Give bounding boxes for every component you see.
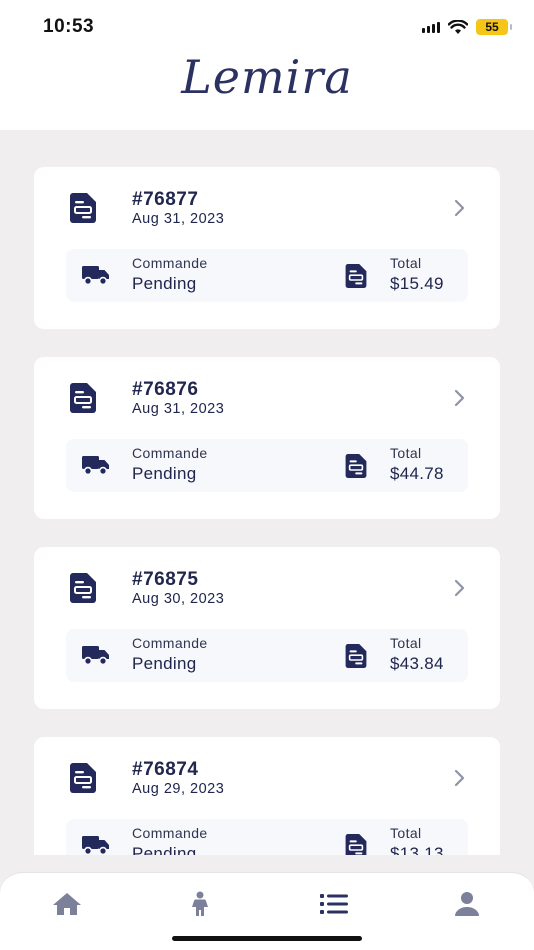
home-icon <box>53 893 81 915</box>
chevron-right-icon[interactable] <box>454 199 466 217</box>
chevron-right-icon[interactable] <box>454 389 466 407</box>
battery-icon: 55 <box>476 19 512 35</box>
order-number: #76874 <box>132 759 199 780</box>
invoice-icon <box>345 644 367 668</box>
status-time: 10:53 <box>43 16 95 37</box>
order-details: Commande Pending Total $43.84 <box>66 629 468 682</box>
status-value: Pending <box>132 464 197 483</box>
status-label: Commande <box>132 825 208 841</box>
status-value: Pending <box>132 844 197 855</box>
invoice-icon <box>345 834 367 855</box>
signal-icon <box>422 21 440 33</box>
brand-logo: Lemira <box>181 50 353 104</box>
status-label: Commande <box>132 255 208 271</box>
document-icon <box>70 763 96 793</box>
order-details: Commande Pending Total $15.49 <box>66 249 468 302</box>
chevron-right-icon[interactable] <box>454 769 466 787</box>
status-label: Commande <box>132 445 208 461</box>
home-indicator <box>172 936 362 941</box>
nav-account[interactable] <box>450 891 484 917</box>
total-label: Total <box>390 445 422 461</box>
order-number: #76875 <box>132 569 199 590</box>
total-value: $44.78 <box>390 464 444 483</box>
document-icon <box>70 193 96 223</box>
truck-icon <box>82 836 109 855</box>
order-number: #76877 <box>132 189 199 210</box>
invoice-icon <box>345 454 367 478</box>
nav-home[interactable] <box>50 891 84 917</box>
document-icon <box>70 383 96 413</box>
total-value: $13.13 <box>390 844 444 855</box>
total-value: $15.49 <box>390 274 444 293</box>
order-date: Aug 31, 2023 <box>132 401 225 417</box>
truck-icon <box>82 646 109 665</box>
nav-orders[interactable] <box>317 891 351 917</box>
order-card[interactable]: #76876 Aug 31, 2023 Commande Pending Tot… <box>34 357 500 519</box>
order-card[interactable]: #76875 Aug 30, 2023 Commande Pending Tot… <box>34 547 500 709</box>
nav-person[interactable] <box>183 891 217 917</box>
order-details: Commande Pending Total $13.13 <box>66 819 468 855</box>
status-value: Pending <box>132 274 197 293</box>
status-value: Pending <box>132 654 197 673</box>
total-label: Total <box>390 635 422 651</box>
truck-icon <box>82 266 109 285</box>
status-label: Commande <box>132 635 208 651</box>
order-details: Commande Pending Total $44.78 <box>66 439 468 492</box>
account-icon <box>455 892 479 916</box>
order-date: Aug 30, 2023 <box>132 591 225 607</box>
total-label: Total <box>390 255 422 271</box>
order-number: #76876 <box>132 379 199 400</box>
status-icons: 55 <box>422 19 512 35</box>
list-icon <box>320 894 348 914</box>
order-date: Aug 29, 2023 <box>132 781 225 797</box>
person-icon <box>192 891 208 916</box>
order-list[interactable]: #76877 Aug 31, 2023 Commande Pending Tot… <box>0 130 534 855</box>
truck-icon <box>82 456 109 475</box>
invoice-icon <box>345 264 367 288</box>
document-icon <box>70 573 96 603</box>
order-date: Aug 31, 2023 <box>132 211 225 227</box>
order-card[interactable]: #76877 Aug 31, 2023 Commande Pending Tot… <box>34 167 500 329</box>
order-card[interactable]: #76874 Aug 29, 2023 Commande Pending Tot… <box>34 737 500 855</box>
chevron-right-icon[interactable] <box>454 579 466 597</box>
top-header: 10:53 55 Lemira <box>0 0 534 130</box>
total-value: $43.84 <box>390 654 444 673</box>
total-label: Total <box>390 825 422 841</box>
wifi-icon <box>448 19 468 34</box>
